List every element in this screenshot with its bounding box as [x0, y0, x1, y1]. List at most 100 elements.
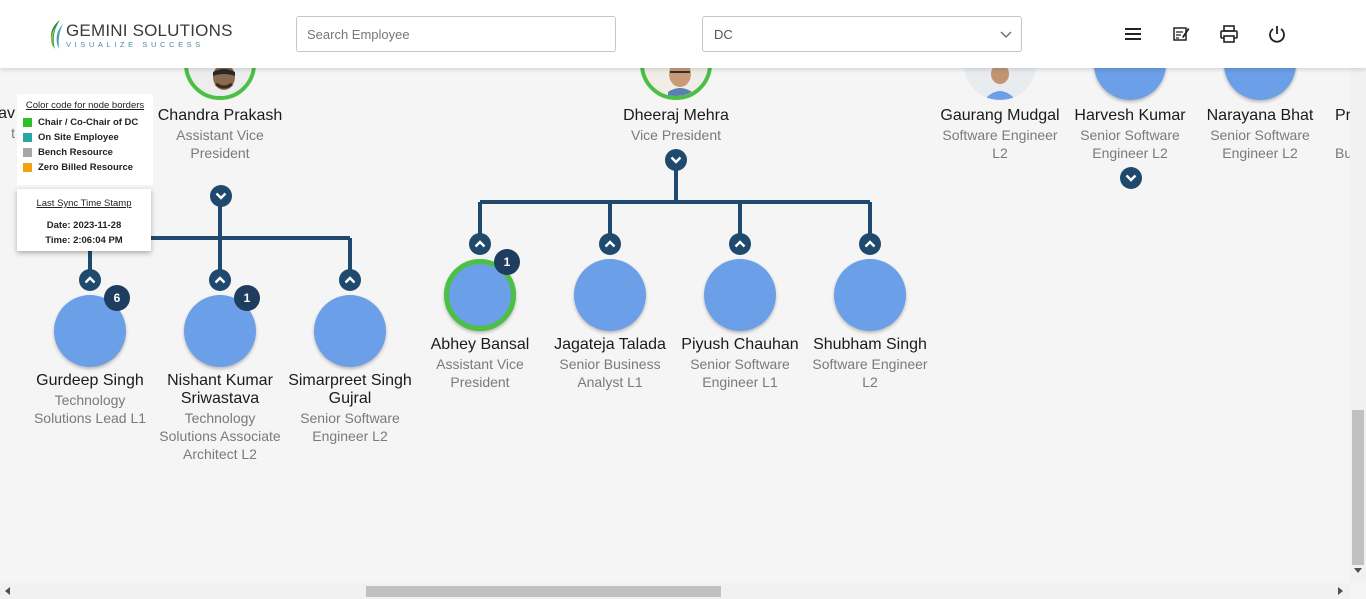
gray-swatch	[23, 148, 32, 157]
menu-icon[interactable]	[1123, 24, 1143, 44]
edit-note-icon[interactable]	[1171, 24, 1191, 44]
expand-toggle-simarpreet[interactable]	[339, 269, 361, 291]
node-dheeraj-mehra[interactable]: Dheeraj Mehra Vice President	[611, 107, 741, 144]
node-title: Senior Software Engineer L1	[690, 356, 790, 390]
node-gurdeep-singh[interactable]: Gurdeep Singh Technology Solutions Lead …	[25, 372, 155, 427]
node-gaurang-mudgal[interactable]: Gaurang Mudgal Software Engineer L2	[935, 107, 1065, 162]
chevron-up-icon	[604, 240, 616, 248]
avatar-piyush[interactable]	[704, 259, 776, 331]
chevron-down-icon	[670, 156, 682, 164]
legend-item-bench: Bench Resource	[23, 147, 147, 158]
legend-label: On Site Employee	[38, 132, 119, 143]
node-name: Gurdeep Singh	[36, 372, 144, 389]
border-color-legend: Color code for node borders Chair / Co-C…	[17, 94, 153, 185]
teal-swatch	[23, 133, 32, 142]
node-harvesh-kumar[interactable]: Harvesh Kumar Senior Software Engineer L…	[1065, 107, 1195, 162]
node-name: av	[0, 105, 15, 122]
node-simarpreet-singh-gujral[interactable]: Simarpreet Singh Gujral Senior Software …	[285, 372, 415, 445]
node-narayana-bhat[interactable]: Narayana Bhat Senior Software Engineer L…	[1195, 107, 1325, 162]
expand-toggle-gurdeep[interactable]	[79, 269, 101, 291]
node-name: Dheeraj Mehra	[623, 107, 729, 124]
node-name: Narayana Bhat	[1206, 107, 1314, 124]
reports-count-badge: 1	[494, 249, 520, 275]
legend-label: Zero Billed Resource	[38, 162, 134, 173]
dc-select[interactable]: DC	[702, 16, 1022, 52]
node-name: Nishant Kumar Sriwastava	[167, 372, 273, 407]
node-name: Shubham Singh	[813, 336, 927, 353]
collapse-toggle-chandra[interactable]	[210, 185, 232, 207]
orange-swatch	[23, 163, 32, 172]
avatar-simarpreet[interactable]	[314, 295, 386, 367]
node-name: Harvesh Kumar	[1074, 107, 1186, 124]
chevron-down-icon	[1125, 174, 1137, 182]
node-name: Gaurang Mudgal	[940, 107, 1060, 124]
node-title: Senior Software Engineer L2	[1210, 127, 1310, 161]
reports-count-badge: 6	[104, 285, 130, 311]
scroll-down-arrow-icon[interactable]	[1354, 568, 1362, 574]
search-employee-input[interactable]	[296, 16, 616, 52]
legend-label: Bench Resource	[38, 147, 113, 158]
node-name: Simarpreet Singh Gujral	[288, 372, 412, 407]
sync-time: Time: 2:06:04 PM	[45, 235, 123, 246]
legend-item-zero-billed: Zero Billed Resource	[23, 162, 147, 173]
collapse-toggle-dheeraj[interactable]	[665, 149, 687, 171]
node-title: Assistant Vice President	[436, 356, 524, 390]
vertical-scrollbar[interactable]	[1350, 68, 1366, 583]
avatar-jagateja[interactable]	[574, 259, 646, 331]
legend-item-onsite: On Site Employee	[23, 132, 147, 143]
node-title: Vice President	[630, 127, 721, 143]
node-abhey-bansal[interactable]: Abhey Bansal Assistant Vice President	[415, 336, 545, 391]
chevron-up-icon	[84, 276, 96, 284]
collapse-toggle-harvesh[interactable]	[1120, 167, 1142, 189]
node-jagateja-talada[interactable]: Jagateja Talada Senior Business Analyst …	[545, 336, 675, 391]
expand-toggle-nishant[interactable]	[209, 269, 231, 291]
node-title: Software Engineer L2	[812, 356, 928, 390]
logo-tagline: VISUALIZE SUCCESS	[66, 40, 204, 49]
node-shubham-singh[interactable]: Shubham Singh Software Engineer L2	[805, 336, 935, 391]
chevron-up-icon	[344, 276, 356, 284]
expand-toggle-shubham[interactable]	[859, 233, 881, 255]
power-icon[interactable]	[1267, 24, 1287, 44]
chevron-up-icon	[214, 276, 226, 284]
partial-node-left[interactable]: av t	[0, 105, 15, 142]
print-icon[interactable]	[1219, 24, 1239, 44]
green-swatch	[23, 118, 32, 127]
node-title: t	[11, 125, 15, 141]
legend-label: Chair / Co-Chair of DC	[38, 117, 139, 128]
node-title: Software Engineer L2	[942, 127, 1058, 161]
expand-toggle-abhey[interactable]	[469, 233, 491, 255]
node-nishant-kumar-sriwastava[interactable]: Nishant Kumar Sriwastava Technology Solu…	[155, 372, 285, 463]
expand-toggle-jagateja[interactable]	[599, 233, 621, 255]
reports-count-badge: 1	[234, 285, 260, 311]
node-name: Abhey Bansal	[430, 336, 530, 353]
chevron-down-icon	[215, 192, 227, 200]
expand-toggle-piyush[interactable]	[729, 233, 751, 255]
horizontal-scrollbar[interactable]	[0, 583, 1350, 599]
scroll-left-arrow-icon[interactable]	[5, 587, 11, 595]
chevron-up-icon	[864, 240, 876, 248]
node-title: Assistant Vice President	[176, 127, 264, 161]
sync-title: Last Sync Time Stamp	[36, 198, 132, 209]
node-title: Senior Software Engineer L2	[300, 410, 400, 444]
horizontal-scroll-thumb[interactable]	[366, 586, 721, 597]
scroll-right-arrow-icon[interactable]	[1338, 587, 1344, 595]
org-chart-canvas[interactable]: av t Chandra Prakash Assistant Vice Pres…	[0, 68, 1350, 583]
gemini-logo[interactable]: GEMINI SOLUTIONS VISUALIZE SUCCESS	[46, 17, 232, 51]
node-piyush-chauhan[interactable]: Piyush Chauhan Senior Software Engineer …	[675, 336, 805, 391]
node-name: Pr	[1335, 107, 1350, 124]
chevron-up-icon	[474, 240, 486, 248]
node-title: Technology Solutions Associate Architect…	[159, 410, 281, 462]
chevron-down-icon	[1000, 31, 1012, 38]
node-title: Senior Business Analyst L1	[559, 356, 661, 390]
last-sync-stamp: Last Sync Time Stamp Date: 2023-11-28 Ti…	[17, 189, 151, 251]
sync-date: Date: 2023-11-28	[46, 220, 122, 231]
node-chandra-prakash[interactable]: Chandra Prakash Assistant Vice President	[155, 107, 285, 162]
node-title: Technology Solutions Lead L1	[33, 392, 147, 426]
dc-select-value: DC	[714, 27, 733, 42]
logo-leaf-icon	[50, 20, 63, 49]
avatar-shubham[interactable]	[834, 259, 906, 331]
node-title: Senior Software Engineer L2	[1080, 127, 1180, 161]
vertical-scroll-thumb[interactable]	[1352, 410, 1364, 565]
partial-node-right[interactable]: Pr Bu	[1335, 107, 1350, 162]
top-bar: GEMINI SOLUTIONS VISUALIZE SUCCESS DC	[0, 0, 1366, 68]
